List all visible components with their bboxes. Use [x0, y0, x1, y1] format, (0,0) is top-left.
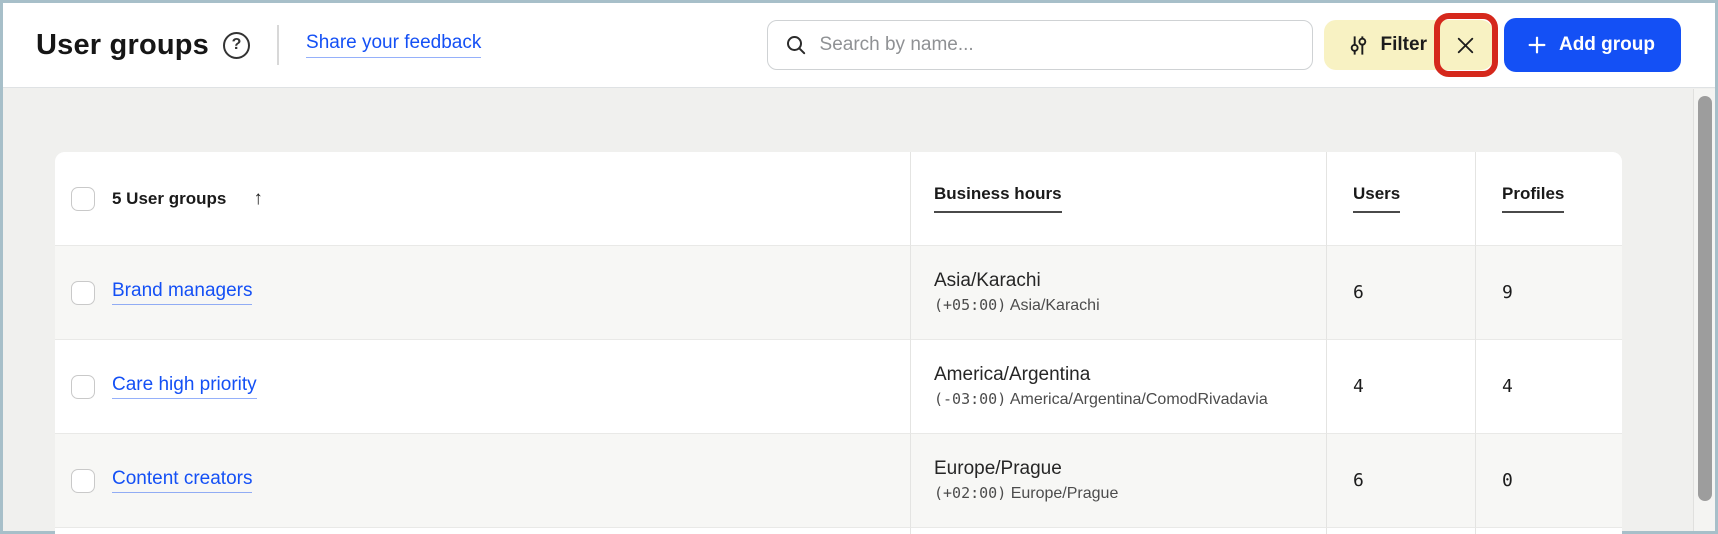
user-groups-table: 5 User groups ↑ Business hours Users Pro…: [55, 152, 1622, 534]
group-name-link[interactable]: Brand managers: [112, 280, 252, 305]
timezone-name: Europe/Prague: [934, 458, 1062, 480]
help-icon[interactable]: ?: [223, 32, 250, 59]
header-actions: Filter Add group: [767, 18, 1681, 72]
select-all-checkbox[interactable]: [71, 187, 95, 211]
row-checkbox[interactable]: [71, 375, 95, 399]
column-header-business-hours[interactable]: Business hours: [934, 184, 1062, 213]
sort-ascending-icon[interactable]: ↑: [253, 188, 263, 210]
filter-sliders-icon: [1347, 34, 1370, 57]
add-group-button[interactable]: Add group: [1504, 18, 1681, 72]
group-name-link[interactable]: Content creators: [112, 468, 252, 493]
search-input[interactable]: [820, 34, 1298, 56]
filter-group: Filter: [1324, 20, 1493, 70]
users-count: 6: [1326, 246, 1475, 340]
clear-filter-button[interactable]: [1439, 20, 1493, 70]
users-count: 6: [1326, 434, 1475, 528]
profiles-count: 0: [1475, 434, 1622, 528]
table-row: Brand managers Asia/Karachi (+05:00) Asi…: [55, 246, 1622, 340]
filter-pill: Filter: [1324, 20, 1493, 70]
table-row: Care high priority America/Argentina (-0…: [55, 340, 1622, 434]
header-divider: [277, 25, 279, 65]
add-group-label: Add group: [1559, 34, 1655, 56]
profiles-count: 9: [1475, 246, 1622, 340]
plus-icon: [1526, 34, 1548, 56]
column-header-profiles[interactable]: Profiles: [1502, 184, 1564, 213]
page-header: User groups ? Share your feedback: [3, 3, 1715, 88]
question-mark-glyph: ?: [232, 36, 242, 54]
timezone-detail: (+02:00) Europe/Prague: [934, 484, 1118, 503]
timezone-detail: (+05:00) Asia/Karachi: [934, 296, 1100, 315]
row-checkbox[interactable]: [71, 281, 95, 305]
app-window: User groups ? Share your feedback: [0, 0, 1718, 534]
page-title: User groups: [36, 29, 209, 62]
partial-next-row: [55, 528, 1622, 534]
group-name-link[interactable]: Care high priority: [112, 374, 257, 399]
timezone-name: Asia/Karachi: [934, 270, 1041, 292]
content-area: 5 User groups ↑ Business hours Users Pro…: [3, 88, 1715, 531]
table-row: Content creators Europe/Prague (+02:00) …: [55, 434, 1622, 528]
filter-label: Filter: [1381, 34, 1427, 56]
share-feedback-link[interactable]: Share your feedback: [306, 32, 481, 58]
vertical-scrollbar[interactable]: [1693, 89, 1715, 531]
timezone-name: America/Argentina: [934, 364, 1090, 386]
timezone-detail: (-03:00) America/Argentina/ComodRivadavi…: [934, 390, 1268, 409]
table-count-title: 5 User groups: [112, 189, 226, 209]
scrollbar-thumb[interactable]: [1698, 96, 1712, 501]
table-header-row: 5 User groups ↑ Business hours Users Pro…: [55, 152, 1622, 246]
row-checkbox[interactable]: [71, 469, 95, 493]
users-count: 4: [1326, 340, 1475, 434]
filter-button[interactable]: Filter: [1324, 20, 1439, 70]
profiles-count: 4: [1475, 340, 1622, 434]
search-box[interactable]: [767, 20, 1313, 70]
search-icon: [784, 33, 808, 57]
close-icon: [1453, 33, 1478, 58]
column-header-users[interactable]: Users: [1353, 184, 1400, 213]
